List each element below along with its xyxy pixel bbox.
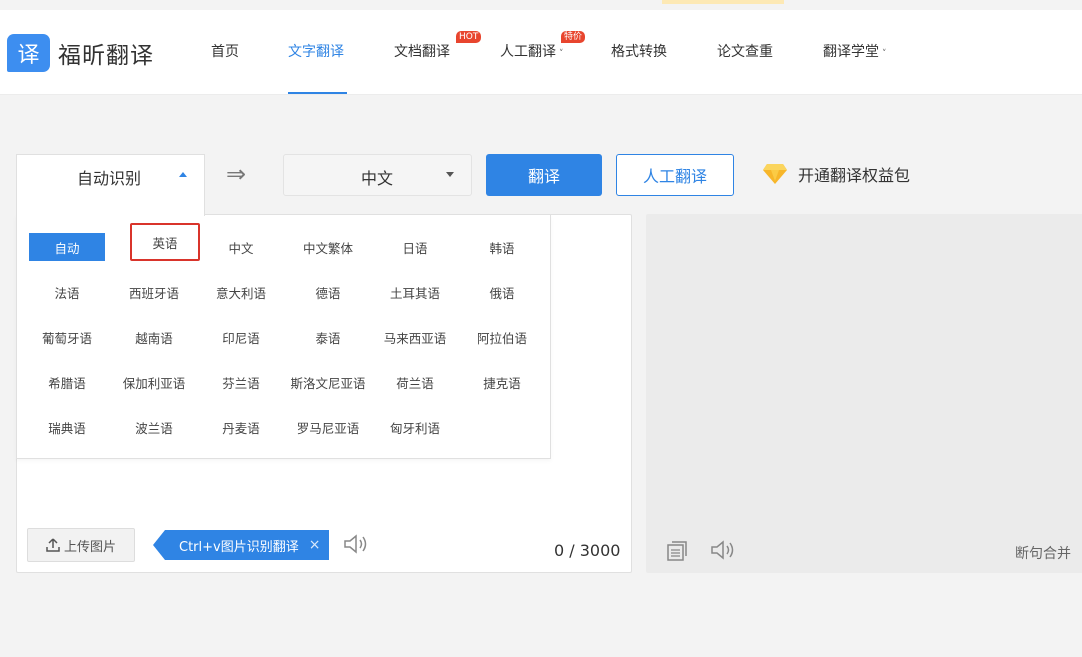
sentence-merge-toggle[interactable]: 断句合并 — [1015, 543, 1071, 563]
nav-format-convert[interactable]: 格式转换 — [611, 42, 667, 62]
lang-option-russian[interactable]: 俄语 — [464, 278, 540, 306]
lang-option-french[interactable]: 法语 — [29, 278, 105, 306]
nav-translation-academy[interactable]: 翻译学堂 ˅ — [823, 42, 887, 64]
promo-strip — [662, 0, 784, 4]
nav-text-translate-label: 文字翻译 — [288, 44, 344, 60]
lang-option-korean[interactable]: 韩语 — [464, 233, 540, 261]
ctrlv-hint-notch — [153, 530, 165, 560]
vip-package-label: 开通翻译权益包 — [798, 166, 911, 185]
target-text-panel — [646, 214, 1082, 573]
lang-option-romanian[interactable]: 罗马尼亚语 — [290, 413, 366, 441]
vip-package-link[interactable]: 开通翻译权益包 — [762, 162, 910, 186]
lang-option-dutch[interactable]: 荷兰语 — [377, 368, 453, 396]
nav-plagiarism-check-label: 论文查重 — [717, 44, 773, 60]
active-tab-underline — [288, 92, 347, 94]
nav-doc-translate-label: 文档翻译 — [394, 44, 450, 60]
special-price-tag: 特价 — [561, 31, 586, 43]
lang-option-slovenian[interactable]: 斯洛文尼亚语 — [290, 368, 366, 396]
lang-option-chinese[interactable]: 中文 — [203, 233, 279, 261]
speaker-icon[interactable] — [343, 533, 369, 555]
lang-option-finnish[interactable]: 芬兰语 — [203, 368, 279, 396]
lang-option-english[interactable]: 英语 — [130, 223, 200, 261]
lang-option-chinese-traditional[interactable]: 中文繁体 — [290, 233, 366, 261]
nav-text-translate[interactable]: 文字翻译 — [288, 42, 344, 62]
top-strip — [0, 0, 1082, 10]
upload-image-label: 上传图片 — [63, 539, 116, 555]
character-count: 0 / 3000 — [554, 541, 621, 560]
main-nav: 首页 文字翻译 文档翻译 HOT 人工翻译 ˅ 特价 格式转换 论文查重 翻译学堂… — [0, 10, 1082, 95]
nav-doc-translate[interactable]: 文档翻译 — [394, 42, 450, 62]
lang-option-turkish[interactable]: 土耳其语 — [377, 278, 453, 306]
ctrlv-hint-body: Ctrl+v图片识别翻译 × — [165, 530, 329, 560]
lang-option-polish[interactable]: 波兰语 — [116, 413, 192, 441]
upload-image-button[interactable]: 上传图片 — [27, 528, 135, 562]
lang-option-vietnamese[interactable]: 越南语 — [116, 323, 192, 351]
target-language-select[interactable]: 中文 — [283, 154, 472, 196]
caret-up-icon — [179, 172, 187, 177]
source-language-label: 自动识别 — [77, 169, 142, 188]
translate-button[interactable]: 翻译 — [486, 154, 602, 196]
human-translate-button[interactable]: 人工翻译 — [616, 154, 734, 196]
copy-icon[interactable] — [666, 540, 688, 562]
chevron-down-icon: ˅ — [559, 49, 564, 59]
swap-languages-icon[interactable]: ⇒ — [226, 160, 246, 188]
lang-option-auto[interactable]: 自动 — [29, 233, 105, 261]
header: 译 福昕翻译 首页 文字翻译 文档翻译 HOT 人工翻译 ˅ 特价 格式转换 论文… — [0, 10, 1082, 95]
lang-option-arabic[interactable]: 阿拉伯语 — [464, 323, 540, 351]
lang-option-german[interactable]: 德语 — [290, 278, 366, 306]
lang-option-hungarian[interactable]: 匈牙利语 — [377, 413, 453, 441]
target-language-label: 中文 — [361, 169, 394, 188]
lang-option-czech[interactable]: 捷克语 — [464, 368, 540, 396]
language-dropdown: 自动 英语 中文 中文繁体 日语 韩语 法语 西班牙语 意大利语 德语 土耳其语… — [16, 215, 551, 459]
lang-option-swedish[interactable]: 瑞典语 — [29, 413, 105, 441]
source-language-select[interactable]: 自动识别 — [16, 154, 205, 216]
nav-home-label: 首页 — [211, 44, 239, 60]
lang-option-greek[interactable]: 希腊语 — [29, 368, 105, 396]
hot-tag: HOT — [456, 31, 482, 43]
ctrlv-hint-label: Ctrl+v图片识别翻译 — [179, 539, 299, 555]
diamond-icon — [763, 164, 787, 184]
nav-translation-academy-label: 翻译学堂 — [823, 44, 879, 60]
ctrlv-hint: Ctrl+v图片识别翻译 × — [153, 530, 329, 560]
lang-option-thai[interactable]: 泰语 — [290, 323, 366, 351]
lang-option-malay[interactable]: 马来西亚语 — [377, 323, 453, 351]
lang-option-portuguese[interactable]: 葡萄牙语 — [29, 323, 105, 351]
nav-home[interactable]: 首页 — [211, 42, 239, 62]
lang-option-italian[interactable]: 意大利语 — [203, 278, 279, 306]
nav-human-translate[interactable]: 人工翻译 ˅ — [500, 42, 564, 64]
lang-option-danish[interactable]: 丹麦语 — [203, 413, 279, 441]
lang-option-bulgarian[interactable]: 保加利亚语 — [116, 368, 192, 396]
nav-format-convert-label: 格式转换 — [611, 44, 667, 60]
upload-icon — [46, 538, 60, 552]
close-icon[interactable]: × — [309, 537, 321, 553]
lang-option-indonesian[interactable]: 印尼语 — [203, 323, 279, 351]
speaker-icon[interactable] — [710, 539, 736, 561]
caret-down-icon — [446, 172, 454, 177]
nav-human-translate-label: 人工翻译 — [500, 44, 556, 60]
lang-option-spanish[interactable]: 西班牙语 — [116, 278, 192, 306]
lang-option-japanese[interactable]: 日语 — [377, 233, 453, 261]
chevron-down-icon: ˅ — [882, 49, 887, 59]
nav-plagiarism-check[interactable]: 论文查重 — [717, 42, 773, 62]
